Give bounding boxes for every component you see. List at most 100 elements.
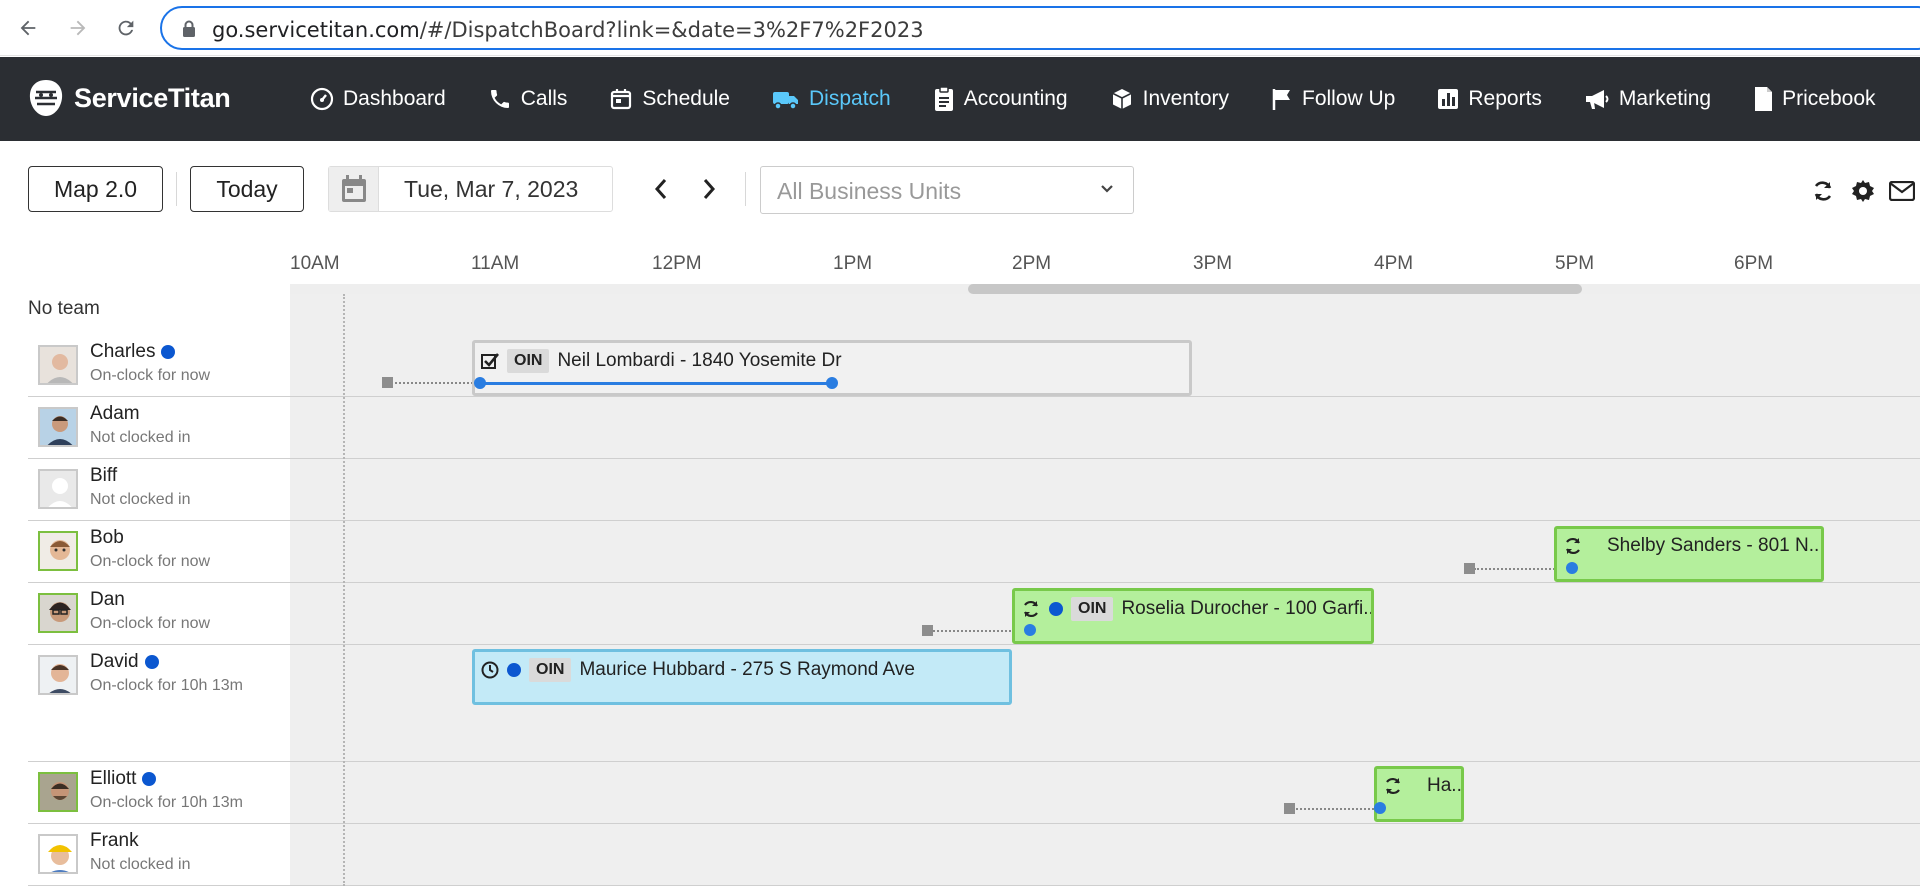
next-day-chevron-icon[interactable] <box>696 176 722 202</box>
hour-label: 4PM <box>1374 253 1414 274</box>
job-start-point <box>1024 624 1036 636</box>
flag-icon <box>1272 89 1290 110</box>
team-label: No team <box>28 298 100 319</box>
truck-icon <box>773 92 798 110</box>
technician-info[interactable]: David On-clock for 10h 13m <box>28 645 290 761</box>
technician-info[interactable]: Dan On-clock for now <box>28 583 290 644</box>
technician-status: On-clock for now <box>90 367 211 384</box>
online-dot <box>144 655 159 669</box>
url-text: go.servicetitan.com/#/DispatchBoard?link… <box>212 18 924 42</box>
nav-inventory[interactable]: Inventory <box>1110 87 1229 111</box>
map-button[interactable]: Map 2.0 <box>28 166 163 212</box>
brand-name: ServiceTitan <box>74 82 231 113</box>
nav-pricebook[interactable]: Pricebook <box>1753 86 1876 112</box>
hour-label: 5PM <box>1555 253 1595 274</box>
technician-row: Dan On-clock for now <box>28 583 1920 645</box>
hour-label: 1PM <box>833 253 873 274</box>
clock-icon <box>481 661 499 679</box>
technician-info[interactable]: Frank Not clocked in <box>28 824 290 885</box>
lock-icon <box>182 20 196 43</box>
mail-icon[interactable] <box>1889 178 1915 204</box>
dashboard-icon <box>310 87 334 111</box>
avatar <box>38 407 78 447</box>
job-card[interactable]: OIN Roselia Durocher - 100 Garfi... <box>1012 588 1374 644</box>
job-card[interactable]: Shelby Sanders - 801 N... <box>1554 526 1824 582</box>
job-card[interactable]: OIN Maurice Hubbard - 275 S Raymond Ave <box>472 649 1012 705</box>
chevron-down-icon <box>1099 181 1115 202</box>
date-text: Tue, Mar 7, 2023 <box>404 176 579 202</box>
divider <box>745 172 746 206</box>
job-start-point <box>1374 802 1386 814</box>
divider <box>176 172 177 206</box>
date-picker[interactable]: Tue, Mar 7, 2023 <box>328 166 613 212</box>
gear-icon[interactable] <box>1850 178 1876 204</box>
address-bar[interactable]: go.servicetitan.com/#/DispatchBoard?link… <box>160 6 1920 50</box>
job-tag: OIN <box>529 658 572 682</box>
technician-info[interactable]: Bob On-clock for now <box>28 521 290 582</box>
scrollbar-thumb[interactable] <box>968 284 1582 294</box>
drive-time-line <box>1296 808 1378 810</box>
nav-marketing[interactable]: Marketing <box>1584 87 1711 111</box>
box-icon <box>1112 89 1131 109</box>
refresh-icon[interactable] <box>1810 178 1836 204</box>
job-title: Roselia Durocher - 100 Garfi... <box>1121 598 1374 619</box>
avatar <box>38 655 78 695</box>
servicetitan-logo[interactable]: ServiceTitan <box>26 73 231 123</box>
calendar-icon[interactable] <box>329 167 379 211</box>
avatar <box>38 834 78 874</box>
technician-row: Biff Not clocked in <box>28 459 1920 521</box>
reload-icon[interactable] <box>112 14 140 42</box>
technician-name: Elliott <box>90 768 137 789</box>
technician-row: Adam Not clocked in <box>28 397 1920 459</box>
drive-start-marker <box>382 377 393 388</box>
back-arrow-icon[interactable] <box>14 14 42 42</box>
current-time-line <box>343 294 345 886</box>
drive-time-line <box>388 382 480 384</box>
business-units-placeholder: All Business Units <box>777 178 962 204</box>
nav-dashboard[interactable]: Dashboard <box>310 87 446 111</box>
timeline-header: 10AM 11AM 12PM 1PM 2PM 3PM 4PM 5PM 6PM <box>290 240 1920 290</box>
technician-info[interactable]: Charles On-clock for now <box>28 335 290 396</box>
nav-calls[interactable]: Calls <box>488 87 567 111</box>
nav-schedule[interactable]: Schedule <box>609 87 730 111</box>
nav-accounting[interactable]: Accounting <box>933 86 1068 112</box>
nav-follow-up[interactable]: Follow Up <box>1271 87 1395 111</box>
technician-name: Charles <box>90 341 156 362</box>
avatar <box>38 345 78 385</box>
job-card[interactable]: Ha... <box>1374 766 1464 822</box>
technician-status: On-clock for now <box>90 553 211 570</box>
technician-status: Not clocked in <box>90 856 191 873</box>
hour-label: 11AM <box>471 253 520 274</box>
bar-chart-icon <box>1438 89 1459 109</box>
titan-head-icon <box>29 80 63 116</box>
phone-icon <box>490 90 509 108</box>
avatar-placeholder <box>38 469 78 509</box>
technician-name: Biff <box>90 465 118 486</box>
today-button[interactable]: Today <box>190 166 304 212</box>
status-dot <box>1049 602 1063 616</box>
job-title: Shelby Sanders - 801 N... <box>1607 535 1824 556</box>
job-end-point <box>826 377 838 389</box>
technician-status: On-clock for now <box>90 615 211 632</box>
forward-arrow-icon[interactable] <box>64 14 92 42</box>
technician-name: Dan <box>90 589 125 610</box>
nav-dispatch[interactable]: Dispatch <box>772 87 891 111</box>
megaphone-icon <box>1585 90 1609 109</box>
business-units-select[interactable]: All Business Units <box>760 166 1134 214</box>
technician-status: On-clock for 10h 13m <box>90 794 243 811</box>
technician-info[interactable]: Biff Not clocked in <box>28 459 290 520</box>
recurring-icon <box>1566 537 1580 555</box>
job-title: Ha... <box>1427 775 1464 796</box>
technician-info[interactable]: Adam Not clocked in <box>28 397 290 458</box>
hour-label: 6PM <box>1734 253 1774 274</box>
job-start-point <box>474 377 486 389</box>
prev-day-chevron-icon[interactable] <box>648 176 674 202</box>
drive-start-marker <box>1284 803 1295 814</box>
technician-info[interactable]: Elliott On-clock for 10h 13m <box>28 762 290 823</box>
checkbox-check-icon <box>481 353 499 369</box>
app-header: ServiceTitan Dashboard Calls Schedule Di… <box>0 57 1920 141</box>
job-tag: OIN <box>507 349 550 373</box>
horizontal-scrollbar[interactable] <box>290 284 1920 294</box>
browser-toolbar: go.servicetitan.com/#/DispatchBoard?link… <box>0 0 1920 56</box>
nav-reports[interactable]: Reports <box>1437 87 1542 111</box>
